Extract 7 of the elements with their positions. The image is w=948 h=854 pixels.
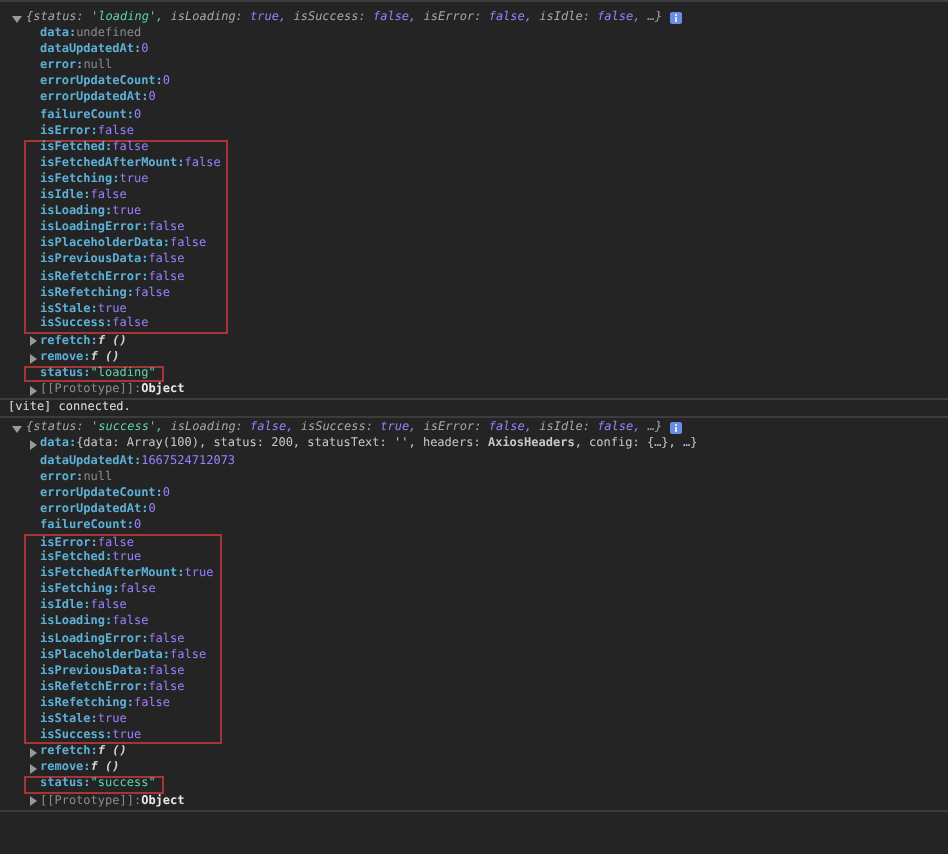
expand-triangle-icon[interactable] <box>28 796 38 807</box>
info-icon[interactable] <box>670 12 683 25</box>
collapse-triangle-icon[interactable] <box>12 423 22 434</box>
expand-triangle-icon[interactable] <box>28 439 38 450</box>
collapse-triangle-icon[interactable] <box>12 13 22 24</box>
info-icon[interactable] <box>670 422 683 435</box>
expand-triangle-icon[interactable] <box>28 385 38 396</box>
